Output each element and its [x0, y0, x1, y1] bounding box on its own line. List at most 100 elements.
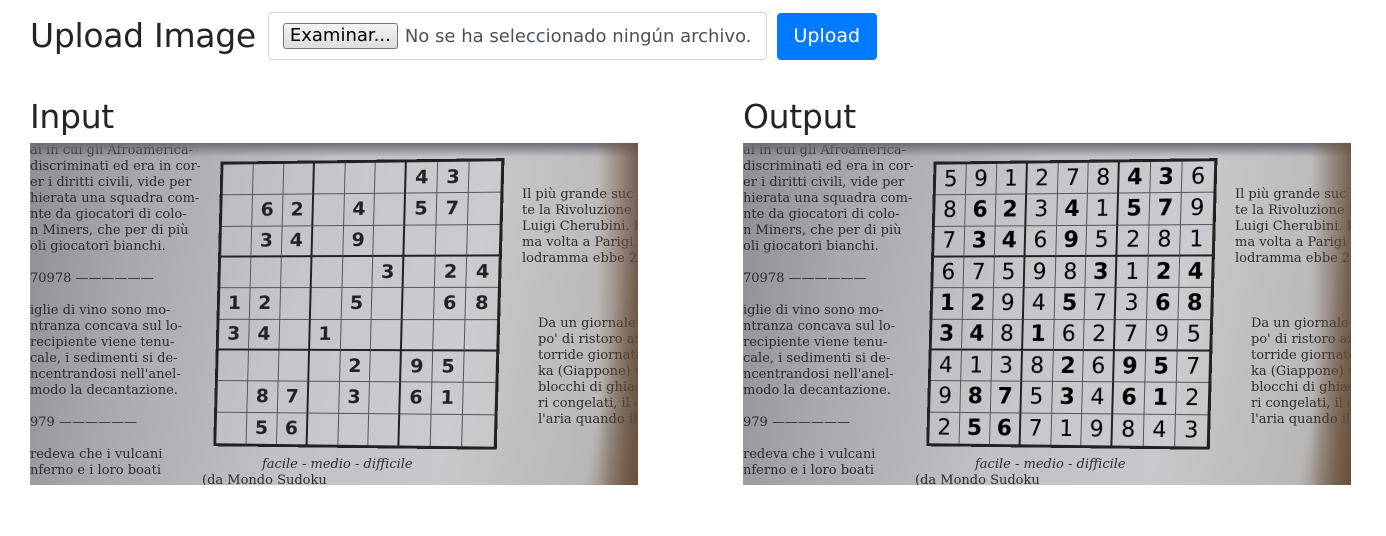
photo-text-line: nferno e i loro boati [743, 463, 874, 478]
sudoku-cell [308, 381, 340, 414]
sudoku-cell: 8 [1178, 288, 1211, 320]
sudoku-cell: 5 [1145, 351, 1178, 384]
file-status-text: No se ha seleccionado ningún archivo. [404, 25, 752, 47]
sudoku-cell: 8 [1112, 414, 1145, 446]
photo-text-line: oli giocatori bianchi. [743, 239, 879, 254]
sudoku-cell [313, 163, 346, 195]
sudoku-cell: 1 [996, 163, 1028, 196]
photo-text-line [743, 399, 913, 415]
sudoku-cell: 2 [1148, 256, 1181, 289]
photo-text-line: hierata una squadra com- [743, 191, 913, 206]
sudoku-cell [464, 319, 498, 352]
photo-shadow-right [1311, 143, 1351, 485]
sudoku-cell: 2 [249, 288, 281, 320]
sudoku-cell [283, 163, 315, 196]
photo-text-line: cale, i sedimenti si de- [743, 351, 891, 366]
sudoku-cell: 1 [219, 288, 251, 320]
photo-text-line: hierata una squadra com- [30, 191, 200, 206]
sudoku-cell: 8 [465, 288, 498, 320]
photo-text-line: nte da giocatori di colo- [743, 207, 900, 222]
photo-text-line: 70978 —————— [743, 271, 867, 286]
sudoku-cell: 3 [1025, 194, 1058, 226]
sudoku-cell: 2 [929, 412, 961, 444]
sudoku-cell: 5 [246, 412, 278, 445]
sudoku-cell: 2 [1117, 225, 1150, 257]
sudoku-cell [221, 226, 253, 258]
sudoku-cell: 4 [1056, 194, 1089, 226]
sudoku-cell: 3 [1150, 161, 1183, 194]
photo-text-line: nferno e i loro boati [30, 463, 161, 478]
difficulty-text: facile - medio - difficile [262, 457, 413, 472]
sudoku-cell: 5 [935, 164, 967, 196]
photo-text-line: ntranza concava sul lo- [743, 319, 896, 334]
sudoku-cell: 9 [1081, 413, 1114, 446]
sudoku-cell [373, 225, 406, 257]
sudoku-cell: 3 [1116, 288, 1149, 320]
sudoku-cell: 9 [1114, 351, 1147, 383]
sudoku-cell [468, 161, 502, 194]
file-input[interactable]: Examinar... No se ha seleccionado ningún… [267, 12, 767, 60]
browse-button[interactable]: Examinar... [282, 23, 398, 49]
sudoku-cell [216, 412, 248, 444]
sudoku-cell: 3 [1183, 417, 1199, 444]
sudoku-cell: 5 [432, 351, 465, 384]
photo-text-line: ntranza concava sul lo- [30, 319, 183, 334]
sudoku-cell: 7 [990, 381, 1022, 414]
sudoku-cell: 4 [1082, 382, 1115, 415]
sudoku-cell: 5 [1054, 288, 1086, 320]
sudoku-cell: 9 [1146, 319, 1179, 352]
sudoku-cell [403, 288, 436, 320]
sudoku-cell: 6 [400, 382, 433, 415]
sudoku-cell [404, 225, 437, 257]
photo-text-line [30, 399, 200, 415]
sudoku-cell [372, 288, 404, 320]
photo-text-line: oli giocatori bianchi. [30, 239, 166, 254]
sudoku-cell: 7 [1057, 162, 1090, 195]
sudoku-cell: 7 [1176, 351, 1210, 384]
sudoku-cell: 8 [1148, 224, 1182, 257]
sudoku-cell: 9 [1024, 257, 1056, 289]
sudoku-cell [280, 257, 313, 289]
sudoku-cell: 5 [1177, 319, 1211, 352]
photo-text-line: redeva che i vulcani [30, 447, 163, 462]
sudoku-cell: 8 [1054, 256, 1087, 289]
sudoku-cell: 2 [1052, 350, 1085, 383]
sudoku-cell: 3 [964, 226, 996, 258]
sudoku-cell: 9 [1181, 192, 1214, 225]
sudoku-cell: 4 [961, 319, 993, 351]
sudoku-cell: 4 [994, 225, 1026, 258]
sudoku-cell [430, 414, 464, 447]
upload-button[interactable]: Upload [776, 12, 878, 60]
output-heading: Output [743, 97, 856, 136]
sudoku-cell: 2 [1176, 383, 1209, 415]
sudoku-cell: 5 [1118, 193, 1151, 226]
sudoku-cell: 5 [993, 257, 1026, 289]
sudoku-cell: 1 [309, 319, 342, 351]
sudoku-cell: 9 [992, 288, 1025, 320]
sudoku-cell: 7 [1115, 319, 1148, 352]
photo-text-line [30, 287, 200, 303]
output-panel: Output ai in cui gli Afroamerica-discrim… [743, 95, 1351, 485]
sudoku-cell: 9 [342, 225, 375, 258]
sudoku-cell: 6 [252, 195, 284, 227]
sudoku-cell: 3 [372, 256, 405, 289]
sudoku-cell: 4 [406, 161, 439, 194]
sudoku-cell [310, 288, 342, 320]
upload-toolbar: Upload Image Examinar... No se ha selecc… [30, 12, 878, 60]
sudoku-cell: 2 [995, 194, 1027, 227]
photo-text-line [30, 255, 200, 271]
sudoku-cell: 6 [1053, 319, 1086, 352]
photo-text-line: recipiente viene tenu- [30, 335, 175, 350]
sudoku-cell: 1 [932, 288, 964, 320]
photo-text-left: ai in cui gli Afroamerica-discriminati e… [743, 143, 913, 479]
sudoku-cell: 6 [1083, 351, 1116, 383]
sudoku-cell: 4 [466, 256, 499, 289]
sudoku-cell: 8 [1021, 350, 1054, 383]
sudoku-cell: 4 [1143, 414, 1177, 447]
sudoku-cell [308, 350, 341, 383]
sudoku-cell: 4 [930, 350, 962, 382]
sudoku-cell: 7 [1085, 288, 1117, 320]
photo-text-line: n Miners, che per di più [30, 223, 189, 238]
sudoku-cell: 9 [1055, 225, 1088, 258]
photo-text-line: discriminati ed era in cor- [743, 159, 913, 174]
